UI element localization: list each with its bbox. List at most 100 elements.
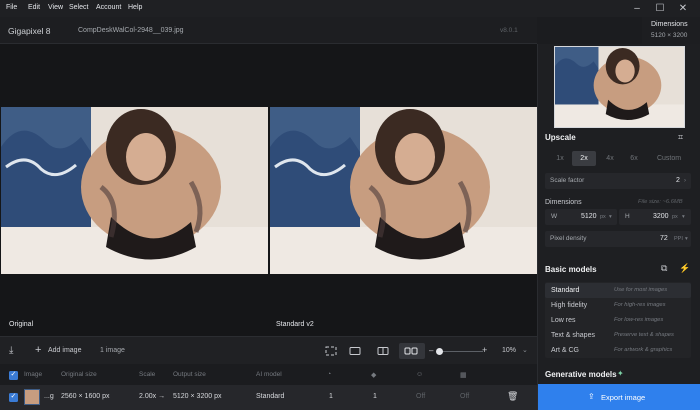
height-value: 3200: [653, 213, 669, 220]
zoom-slider[interactable]: [437, 351, 483, 352]
row-output-size: 5120 × 3200 px: [173, 393, 222, 400]
width-field[interactable]: W 5120 px ▾: [545, 209, 617, 225]
denoise-icon: ◔: [327, 371, 332, 378]
upscaled-preview-image[interactable]: [270, 107, 537, 274]
row-file-name: ...g: [44, 393, 54, 400]
zoom-slider-handle[interactable]: [436, 348, 443, 355]
dimensions-header: Dimensions 5120 × 3200: [642, 17, 700, 44]
row-sharpen: 1: [373, 393, 377, 400]
autopilot-icon[interactable]: ⚡: [679, 263, 690, 274]
row-ai-model: Standard: [256, 393, 285, 400]
col-ai-model: AI model: [256, 371, 282, 378]
compression-icon: ▦: [460, 372, 467, 379]
model-standard[interactable]: Standard Use for most images: [545, 283, 691, 298]
menu-bar: File Edit View Select Account Help – ☐ ✕: [0, 0, 700, 17]
pixel-density-label: Pixel density: [550, 235, 587, 242]
table-row[interactable]: ...g 2560 × 1600 px 2.00x → 5120 × 3200 …: [0, 385, 537, 410]
file-name: CompDeskWalCol-2948__039.jpg: [78, 27, 184, 34]
pixel-density-unit: PPI: [674, 236, 683, 242]
single-view-icon: [349, 347, 361, 355]
zoom-dropdown-icon[interactable]: ⌄: [522, 346, 528, 354]
height-label: H: [625, 213, 630, 220]
model-high-fidelity[interactable]: High fidelity For high-res images: [545, 298, 691, 313]
pixel-density-chevron-icon: ▾: [685, 236, 688, 242]
scale-option-6x[interactable]: 6x: [624, 151, 644, 166]
row-compression: Off: [460, 393, 470, 400]
col-output-size: Output size: [173, 371, 206, 378]
menu-file[interactable]: File: [6, 4, 17, 11]
width-unit: px: [600, 214, 606, 220]
model-text-shapes[interactable]: Text & shapes Preserve text & shapes: [545, 328, 691, 343]
col-scale: Scale: [139, 371, 156, 378]
pixel-density-field[interactable]: Pixel density 72 PPI ▾: [545, 231, 691, 247]
export-label: Export image: [601, 393, 646, 402]
scale-option-custom[interactable]: Custom: [651, 151, 687, 166]
chevron-right-icon: ›: [684, 178, 686, 184]
width-unit-chevron-icon: ▾: [609, 214, 612, 220]
split-view-button[interactable]: [372, 343, 394, 359]
side-by-side-view-button[interactable]: [399, 343, 425, 359]
close-icon[interactable]: ✕: [676, 2, 690, 15]
height-unit-chevron-icon: ▾: [682, 214, 685, 220]
row-checkbox[interactable]: [9, 392, 18, 402]
row-face-recovery: Off: [416, 393, 426, 400]
app-name: Gigapixel 8: [8, 26, 51, 36]
zoom-in-icon[interactable]: +: [482, 345, 487, 355]
model-art-cg[interactable]: Art & CG For artwork & graphics: [545, 343, 691, 358]
width-label: W: [551, 213, 558, 220]
upscale-title: Upscale: [545, 133, 576, 142]
model-label: Standard v2: [276, 321, 314, 328]
side-by-side-icon: [404, 347, 418, 355]
navigator-thumbnail[interactable]: [554, 46, 685, 128]
basic-models-title: Basic models: [545, 265, 597, 274]
export-image-button[interactable]: ⇪ Export image: [538, 384, 700, 410]
original-preview-image[interactable]: [1, 107, 268, 274]
pixel-density-value: 72: [660, 235, 668, 242]
crop-icon[interactable]: ⌗: [678, 132, 683, 143]
zoom-level[interactable]: 10%: [502, 347, 516, 354]
original-label: Original: [9, 321, 34, 328]
delete-icon[interactable]: 🗑: [507, 391, 518, 402]
compare-models-icon[interactable]: ⧉: [661, 263, 667, 274]
model-desc: Preserve text & shapes: [614, 332, 674, 338]
fit-view-button[interactable]: [320, 343, 342, 359]
height-field[interactable]: H 3200 px ▾: [619, 209, 691, 225]
height-unit: px: [672, 214, 678, 220]
scale-option-1x[interactable]: 1x: [550, 151, 570, 166]
image-count: 1 image: [100, 347, 125, 354]
scale-option-4x[interactable]: 4x: [600, 151, 620, 166]
scale-factor-field[interactable]: Scale factor 2 ›: [545, 173, 691, 189]
export-icon: ⇪: [588, 392, 595, 401]
add-icon[interactable]: +: [35, 344, 41, 356]
model-desc: For high-res images: [614, 302, 666, 308]
scale-option-2x[interactable]: 2x: [572, 151, 596, 166]
menu-edit[interactable]: Edit: [28, 4, 40, 11]
maximize-icon[interactable]: ☐: [653, 2, 667, 15]
model-name: Art & CG: [551, 347, 580, 354]
fit-view-icon: [325, 346, 337, 356]
dimensions-label: Dimensions: [545, 199, 582, 206]
model-low-res[interactable]: Low res For low-res images: [545, 313, 691, 328]
download-icon[interactable]: ⤓: [9, 345, 13, 356]
file-size-estimate: File size: ~6.6MB: [638, 199, 683, 205]
dimensions-value: 5120 × 3200: [651, 32, 688, 39]
menu-help[interactable]: Help: [128, 4, 142, 11]
col-image: Image: [24, 371, 43, 378]
row-original-size: 2560 × 1600 px: [61, 393, 110, 400]
add-image-button[interactable]: Add image: [48, 347, 81, 354]
row-scale: 2.00x →: [139, 393, 166, 400]
minimize-icon[interactable]: –: [630, 2, 644, 15]
select-all-checkbox[interactable]: [9, 370, 18, 380]
model-desc: For low-res images: [614, 317, 664, 323]
menu-select[interactable]: Select: [69, 4, 88, 11]
model-name: Standard: [551, 287, 580, 294]
preview-canvas[interactable]: Original Standard v2: [0, 44, 537, 336]
col-original-size: Original size: [61, 371, 97, 378]
row-denoise: 1: [329, 393, 333, 400]
model-name: High fidelity: [551, 302, 588, 309]
zoom-out-icon[interactable]: –: [429, 346, 433, 355]
model-name: Low res: [551, 317, 576, 324]
menu-account[interactable]: Account: [96, 4, 121, 11]
menu-view[interactable]: View: [48, 4, 63, 11]
single-view-button[interactable]: [344, 343, 366, 359]
